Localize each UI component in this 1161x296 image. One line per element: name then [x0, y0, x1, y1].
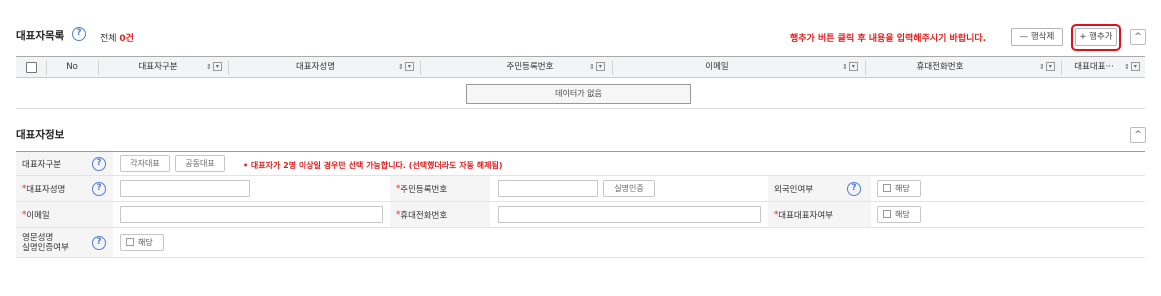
grid-body: 데이터가 없음 — [16, 78, 1145, 109]
rep-name-label: * 대표자성명 ? — [16, 176, 113, 201]
col-header-no: No — [66, 62, 78, 72]
eng-name-verify-checkbox[interactable]: 해당 — [120, 234, 164, 251]
individual-rep-button[interactable]: 각자대표 — [120, 155, 170, 172]
rep-type-notice: • 대표자가 2명 이상일 경우만 선택 가능합니다. (선택했더라도 자동 해… — [243, 161, 503, 170]
email-input[interactable] — [120, 206, 383, 223]
rrn-input[interactable] — [498, 180, 598, 197]
col-header-mobile[interactable]: 휴대전화번호 — [865, 57, 1015, 78]
col-header-rep-name[interactable]: 대표자성명 — [228, 57, 403, 78]
add-row-button[interactable]: + 행추가 — [1075, 28, 1117, 46]
help-icon[interactable]: ? — [72, 27, 86, 41]
help-icon[interactable]: ? — [847, 181, 861, 196]
info-section-title: 대표자정보 — [16, 129, 65, 141]
select-all-checkbox[interactable] — [26, 62, 37, 73]
foreigner-label: 외국인여부 ? — [768, 176, 871, 201]
empty-data-message: 데이터가 없음 — [466, 84, 691, 104]
form-row-name: * 대표자성명 ? * 주민등록번호 실명인증 외국인여부 ? 해당 — [16, 176, 1145, 202]
form-row-rep-type: 대표자구분 ? 각자대표 공동대표 • 대표자가 2명 이상일 경우만 선택 가… — [16, 152, 1145, 176]
sort-filter-icon[interactable]: ⇕ ▾ — [1124, 62, 1140, 73]
add-row-notice: 행추가 버튼 클릭 후 내용을 입력해주시기 바랍니다. — [790, 34, 987, 44]
foreigner-checkbox[interactable]: 해당 — [877, 180, 921, 197]
mobile-label: * 휴대전화번호 — [390, 202, 490, 227]
list-collapse-button[interactable]: ^ — [1130, 29, 1146, 45]
col-header-email[interactable]: 이메일 — [612, 57, 822, 78]
sort-filter-icon[interactable]: ⇕ ▾ — [206, 62, 222, 73]
col-header-main-rep[interactable]: 대표대표··· — [1064, 57, 1124, 78]
rep-info-form: 대표자구분 ? 각자대표 공동대표 • 대표자가 2명 이상일 경우만 선택 가… — [16, 151, 1145, 258]
total-count: 전체 0건 — [100, 34, 134, 44]
info-collapse-button[interactable]: ^ — [1130, 127, 1146, 143]
help-icon[interactable]: ? — [92, 235, 106, 250]
delete-row-button[interactable]: — 행삭제 — [1011, 28, 1063, 46]
form-row-email: * 이메일 * 휴대전화번호 * 대표대표자여부 해당 — [16, 202, 1145, 228]
rep-name-input[interactable] — [120, 180, 250, 197]
grid-header: No 대표자구분 ⇕ ▾ 대표자성명 ⇕ ▾ 주민등록번호 ⇕ ▾ 이메일 ⇕ ▾ 휴대… — [16, 56, 1145, 78]
column-divider — [1061, 60, 1062, 75]
email-label: * 이메일 — [16, 202, 113, 227]
col-header-rrn[interactable]: 주민등록번호 — [420, 57, 640, 78]
real-name-verify-button[interactable]: 실명인증 — [603, 180, 655, 197]
sort-filter-icon[interactable]: ⇕ ▾ — [1039, 62, 1055, 73]
col-header-rep-type[interactable]: 대표자구분 — [98, 57, 218, 78]
joint-rep-button[interactable]: 공동대표 — [175, 155, 225, 172]
rrn-label: * 주민등록번호 — [390, 176, 490, 201]
form-row-eng-name: 영문성명 실명인증여부 ? 해당 — [16, 228, 1145, 258]
sort-filter-icon[interactable]: ⇕ ▾ — [842, 62, 858, 73]
sort-filter-icon[interactable]: ⇕ ▾ — [589, 62, 605, 73]
help-icon[interactable]: ? — [92, 156, 106, 171]
sort-filter-icon[interactable]: ⇕ ▾ — [398, 62, 414, 73]
main-rep-checkbox[interactable]: 해당 — [877, 206, 921, 223]
total-count-value: 0건 — [119, 34, 134, 44]
eng-name-verify-label: 영문성명 실명인증여부 ? — [16, 228, 113, 257]
help-icon[interactable]: ? — [92, 181, 106, 196]
rep-type-label: 대표자구분 ? — [16, 152, 113, 175]
main-rep-label: * 대표대표자여부 — [768, 202, 871, 227]
mobile-input[interactable] — [498, 206, 761, 223]
list-section-title: 대표자목록 — [16, 30, 65, 42]
